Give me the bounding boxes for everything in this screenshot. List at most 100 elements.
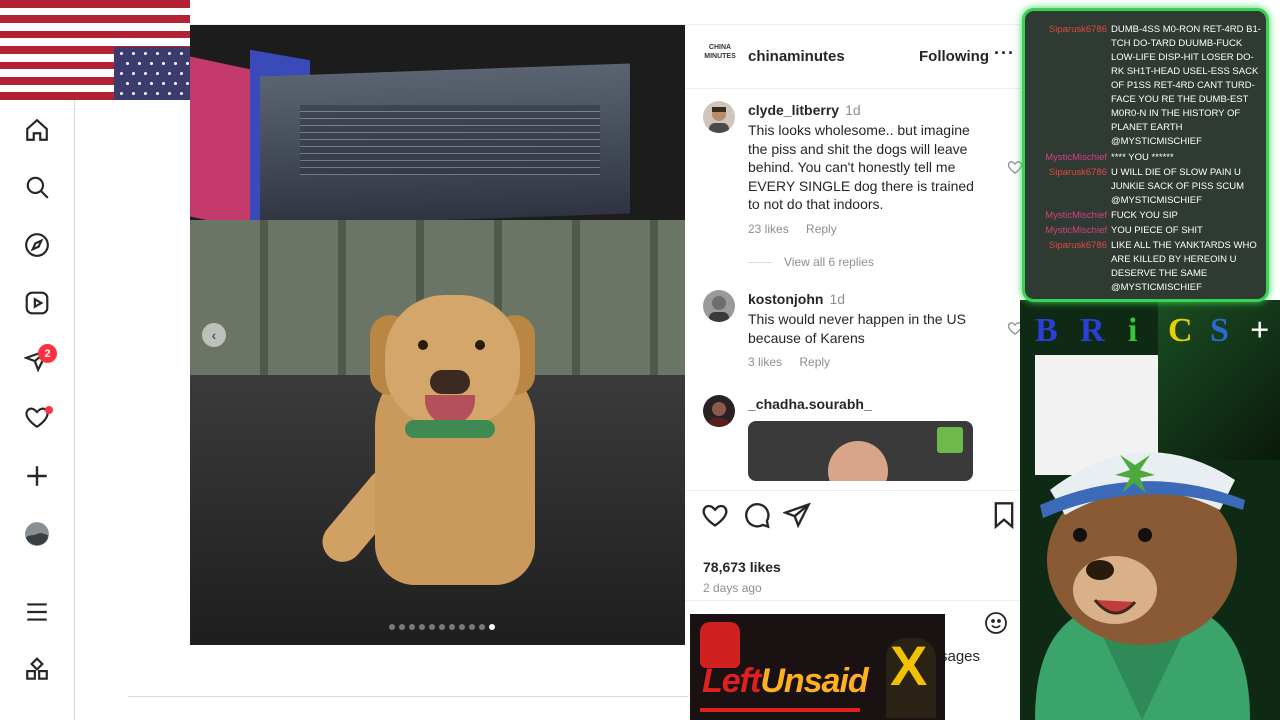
flag-canton <box>114 47 190 100</box>
sponsor-letter: i <box>1128 312 1138 349</box>
dog-eye <box>418 340 428 350</box>
comment-text: This looks wholesome.. but imagine the p… <box>748 122 974 212</box>
carousel-dot <box>388 624 395 630</box>
chat-username: MysticMischief <box>1045 152 1107 163</box>
bear-mascot <box>1035 452 1250 720</box>
more-options-button[interactable]: ··· <box>994 43 1015 64</box>
banner-title: LeftUnsaid <box>702 662 869 700</box>
comment-username[interactable]: kostonjohn 1d <box>748 291 845 307</box>
carousel-dot <box>438 624 445 630</box>
flag-star <box>150 82 153 85</box>
carousel-dot <box>488 624 495 630</box>
flag-star <box>120 92 123 95</box>
post-header: CHINA MINUTES chinaminutes Following ··· <box>685 25 1025 89</box>
stream-chat: Siparusk6786 DUMB-4SS M0-RON RET-4RD B1-T… <box>1022 8 1269 302</box>
flag-star <box>120 52 123 55</box>
flag-star <box>120 72 123 75</box>
flag-star <box>186 62 189 65</box>
sponsor-letter: C <box>1168 312 1193 349</box>
flag-star <box>144 52 147 55</box>
post-photo[interactable]: ‹ <box>190 25 685 645</box>
messages-badge: 2 <box>38 344 57 363</box>
dog-collar <box>405 420 495 438</box>
avatar[interactable] <box>703 101 735 133</box>
comment-meta: 23 likes Reply <box>748 222 851 236</box>
like-icon[interactable] <box>701 501 729 529</box>
carousel-dots <box>190 624 685 630</box>
carousel-dot <box>398 624 405 630</box>
x-glyph: X <box>890 634 928 697</box>
comment-username[interactable]: clyde_litberry 1d <box>748 102 861 118</box>
chat-message: MysticMischief you piece of shit <box>1025 224 1265 238</box>
flag-star <box>150 62 153 65</box>
create-icon[interactable] <box>23 462 51 490</box>
carousel-dot <box>468 624 475 630</box>
portrait-image: X <box>886 638 936 718</box>
like-comment-icon[interactable] <box>1007 159 1023 175</box>
avatar[interactable] <box>703 395 735 427</box>
chat-text: U WILL DIE OF SLOW PAIN U JUNKIE SACK OF… <box>1111 167 1245 206</box>
us-flag-overlay <box>0 0 190 100</box>
reply-button[interactable]: Reply <box>806 222 837 236</box>
comment-time: 1d <box>845 102 861 118</box>
chat-message: Siparusk6786 LIKE ALL THE YANKTARDS WHO A… <box>1025 239 1265 295</box>
flag-star <box>144 92 147 95</box>
flag-star <box>162 82 165 85</box>
explore-icon[interactable] <box>23 231 51 259</box>
sponsor-letters: B Ri C S + <box>1035 312 1275 357</box>
flag-star <box>132 72 135 75</box>
flag-star <box>138 82 141 85</box>
carousel-dot <box>458 624 465 630</box>
sponsor-letter: + <box>1250 312 1270 349</box>
comment-time: 1d <box>829 291 846 307</box>
channel-banner: LeftUnsaid X <box>690 614 945 720</box>
comment-likes[interactable]: 3 likes <box>748 355 782 369</box>
like-count[interactable]: 78,673 likes <box>703 559 781 575</box>
dog-eye <box>475 340 485 350</box>
chat-text: LIKE ALL THE YANKTARDS WHO ARE KILLED BY… <box>1111 240 1257 293</box>
carousel-prev-button[interactable]: ‹ <box>202 323 226 347</box>
comment-likes[interactable]: 23 likes <box>748 222 789 236</box>
menu-icon[interactable] <box>23 598 51 626</box>
flag-star <box>132 92 135 95</box>
account-logo[interactable]: CHINA MINUTES <box>703 43 737 69</box>
reply-button[interactable]: Reply <box>799 355 830 369</box>
flag-star <box>156 52 159 55</box>
comment-media-thumbnail[interactable] <box>748 421 973 481</box>
view-replies-button[interactable]: View all 6 replies <box>748 255 874 269</box>
flag-stripe <box>0 0 190 8</box>
chat-text: **** you ****** <box>1111 152 1174 163</box>
avatar[interactable] <box>703 290 735 322</box>
home-icon[interactable] <box>23 116 51 144</box>
more-apps-icon[interactable] <box>23 656 51 684</box>
screen: 2 ‹ CHINA MINUTES chinaminutes Following… <box>0 0 1280 720</box>
comment-username[interactable]: _chadha.sourabh_ <box>748 396 872 412</box>
comment-icon[interactable] <box>743 501 771 529</box>
flag-star <box>126 62 129 65</box>
reels-icon[interactable] <box>23 289 51 317</box>
thumbnail-icon <box>937 427 963 453</box>
dog-nose <box>430 370 470 394</box>
flag-star <box>168 92 171 95</box>
flag-star <box>132 52 135 55</box>
thumbnail-face <box>828 441 888 481</box>
chat-message: MysticMischief **** you ****** <box>1025 151 1265 165</box>
flag-star <box>144 72 147 75</box>
following-button[interactable]: Following <box>919 48 989 65</box>
sponsor-letter: R <box>1080 312 1105 349</box>
share-icon[interactable] <box>783 501 811 529</box>
flag-star <box>186 82 189 85</box>
chat-text: fuck you sip <box>1111 210 1178 221</box>
messages-button[interactable]: sages <box>940 648 980 665</box>
flag-star <box>126 82 129 85</box>
account-name[interactable]: chinaminutes <box>748 48 845 65</box>
profile-avatar[interactable] <box>23 520 51 548</box>
flag-star <box>156 92 159 95</box>
chat-message: Siparusk6786 U WILL DIE OF SLOW PAIN U JU… <box>1025 166 1265 208</box>
post-time: 2 days ago <box>703 581 762 595</box>
sponsor-letter: B <box>1035 312 1058 349</box>
flag-star <box>168 72 171 75</box>
comment-text: This would never happen in the US becaus… <box>748 311 966 346</box>
flag-star <box>180 52 183 55</box>
search-icon[interactable] <box>23 173 51 201</box>
